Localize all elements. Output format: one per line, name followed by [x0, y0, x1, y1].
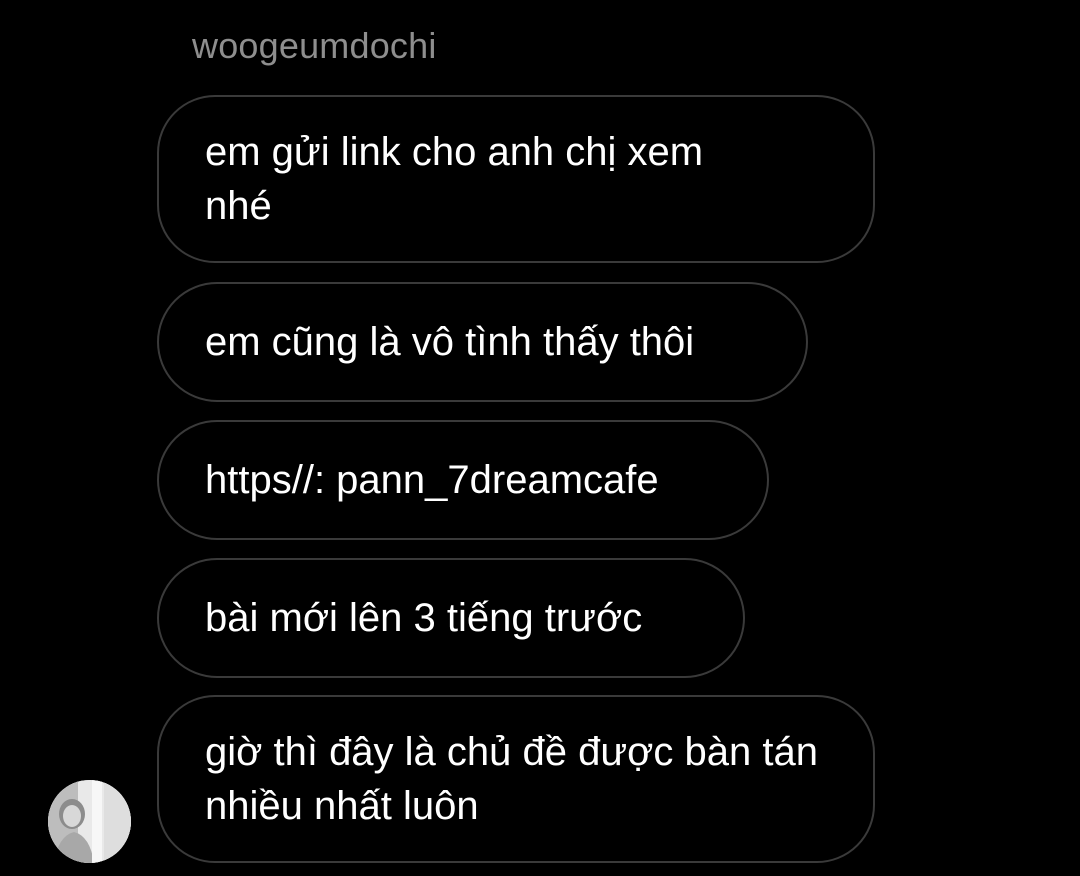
- message-text: giờ thì đây là chủ đề được bàn tán nhiều…: [205, 730, 818, 828]
- message-bubble[interactable]: em cũng là vô tình thấy thôi: [157, 282, 808, 402]
- message-text: https//: pann_7dreamcafe: [205, 458, 659, 502]
- avatar[interactable]: [48, 780, 131, 863]
- message-bubble[interactable]: https//: pann_7dreamcafe: [157, 420, 769, 540]
- message-text: em cũng là vô tình thấy thôi: [205, 320, 695, 364]
- avatar-photo-icon: [48, 780, 131, 863]
- message-text: bài mới lên 3 tiếng trước: [205, 596, 643, 640]
- message-bubble[interactable]: giờ thì đây là chủ đề được bàn tán nhiều…: [157, 695, 875, 863]
- sender-name[interactable]: woogeumdochi: [192, 24, 437, 68]
- message-bubble[interactable]: em gửi link cho anh chị xem nhé: [157, 95, 875, 263]
- message-text: em gửi link cho anh chị xem nhé: [205, 130, 704, 228]
- message-bubble[interactable]: bài mới lên 3 tiếng trước: [157, 558, 745, 678]
